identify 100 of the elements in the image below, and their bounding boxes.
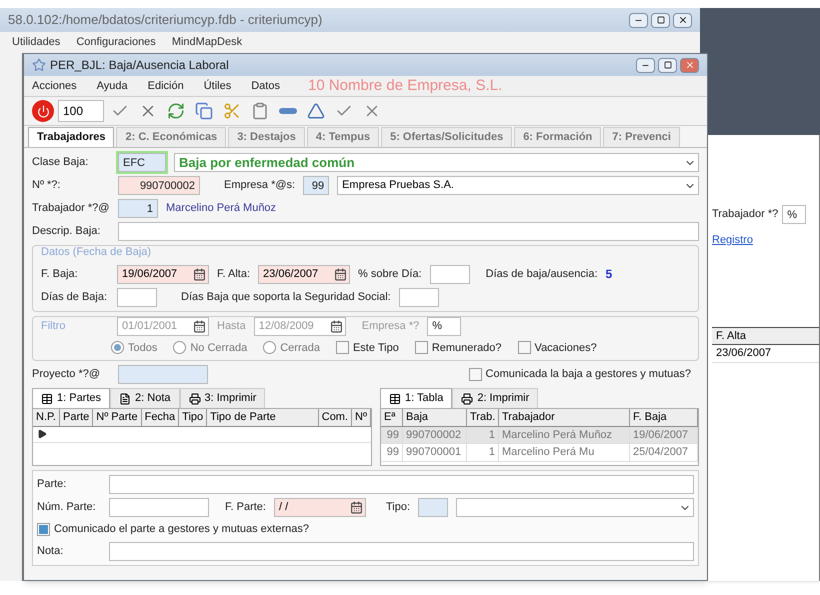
date-field[interactable]: / / [274, 498, 366, 517]
table-row[interactable]: 99 990700001 1 Marcelino Perá Mu 25/04/2007 [381, 444, 698, 462]
close-button[interactable] [673, 12, 692, 28]
table-cell: 99 [381, 426, 403, 443]
date-field[interactable]: 19/06/2007 [117, 264, 209, 284]
menu-item[interactable]: Edición [148, 78, 184, 94]
maximize-button[interactable] [651, 12, 670, 28]
paste-icon [251, 102, 269, 120]
window-title: 58.0.102:/home/bdatos/criteriumcyp.fdb - criteriumcyp) [8, 11, 322, 30]
column-header[interactable]: Tipo de Parte [207, 409, 319, 426]
input-field[interactable] [109, 498, 209, 517]
input-field[interactable] [118, 365, 208, 384]
maximize-button[interactable] [658, 58, 677, 72]
column-header[interactable]: Eª [381, 409, 403, 426]
power-icon [36, 104, 50, 118]
column-header[interactable]: N.P. [33, 409, 60, 426]
tab[interactable]: 1: Tabla [380, 388, 452, 408]
input-field[interactable]: % [427, 316, 462, 336]
radio-button[interactable] [173, 341, 186, 354]
checkbox[interactable] [518, 341, 531, 354]
tab[interactable]: 6: Formación [514, 127, 602, 147]
menu-item[interactable]: Utilidades [12, 34, 60, 51]
input-field[interactable] [109, 542, 694, 560]
input-field[interactable]: % [782, 205, 806, 224]
input-field[interactable] [418, 498, 448, 517]
days-count: 5 [606, 266, 612, 283]
minimize-button[interactable] [629, 12, 648, 28]
description-text: Baja por enfermedad común [179, 154, 355, 170]
calendar-icon[interactable] [193, 320, 206, 332]
input-field[interactable] [117, 288, 157, 306]
zoom-spinner[interactable]: 100 [58, 100, 104, 122]
window-title: PER_BJL: Baja/Ausencia Laboral [50, 57, 229, 74]
registro-link[interactable]: Registro [712, 232, 819, 248]
column-header[interactable]: Fecha [142, 409, 180, 426]
menu-item[interactable]: MindMapDesk [172, 34, 242, 51]
input-field[interactable] [109, 475, 694, 494]
column-header[interactable]: Baja [403, 409, 467, 426]
menu-item[interactable]: Útiles [204, 78, 232, 94]
company-name: 10 Nombre de Empresa, S.L. [308, 76, 502, 96]
column-header[interactable]: Com. [318, 409, 352, 426]
printer-icon [188, 392, 200, 404]
input-field[interactable]: 990700002 [118, 176, 200, 195]
date-field[interactable]: 23/06/2007 [258, 264, 350, 284]
column-header[interactable]: Parte [60, 409, 94, 426]
tab[interactable]: 4: Tempus [306, 127, 380, 147]
tab[interactable]: 2: C. Económicas [116, 127, 226, 147]
column-header[interactable]: F. Baja [630, 409, 698, 426]
tab[interactable]: 7: Prevenci [603, 127, 680, 147]
calendar-icon[interactable] [330, 320, 343, 332]
code-field[interactable]: EFC [118, 153, 166, 172]
checkbox[interactable] [468, 368, 482, 381]
printer-icon [461, 392, 474, 404]
checkbox[interactable] [37, 522, 50, 536]
power-button[interactable] [32, 100, 54, 122]
refresh-icon [167, 102, 185, 120]
field-label: Días Baja que soporta la Seguridad Social: [181, 290, 391, 305]
menu-item[interactable]: Acciones [32, 78, 77, 94]
checkbox[interactable] [336, 341, 349, 354]
checkbox[interactable] [414, 341, 428, 354]
menu-item[interactable]: Configuraciones [76, 34, 156, 51]
column-header[interactable]: Nº [352, 409, 371, 426]
tab[interactable]: 3: Imprimir [180, 388, 266, 408]
tab[interactable]: 2: Imprimir [452, 388, 538, 408]
class-dropdown[interactable]: Baja por enfermedad común [174, 153, 699, 172]
minus-icon [279, 108, 297, 114]
column-header[interactable]: Trabajador [499, 409, 630, 426]
field-label: Nota: [37, 544, 64, 559]
field-label: Trabajador *?@ [32, 201, 110, 216]
input-field[interactable] [398, 288, 439, 306]
menu-item[interactable]: Ayuda [96, 78, 128, 94]
tab[interactable]: 1: Partes [32, 388, 110, 408]
calendar-icon[interactable] [350, 501, 363, 514]
column-header[interactable]: Tipo [179, 409, 208, 426]
column-header[interactable]: F. Alta [712, 326, 819, 345]
checkbox-label: Comunicada la baja a gestores y mutuas? [486, 367, 691, 382]
table-row[interactable]: 99 990700002 1 Marcelino Perá Muñoz 19/06/2007 [381, 426, 698, 444]
input-field[interactable]: 99 [303, 176, 330, 195]
menu-item[interactable]: Datos [251, 78, 280, 94]
calendar-icon[interactable] [334, 268, 348, 280]
star-icon [32, 58, 46, 72]
tab[interactable]: Trabajadores [28, 127, 114, 147]
group-title: Filtro [41, 318, 66, 334]
radio-button[interactable] [111, 341, 124, 354]
radio-label: No Cerrada [190, 340, 248, 356]
input-field[interactable] [430, 264, 470, 284]
tab[interactable]: 5: Ofertas/Solicitudes [381, 127, 512, 147]
column-header[interactable]: Nº Parte [93, 409, 142, 426]
close-icon [678, 15, 688, 25]
calendar-icon[interactable] [193, 268, 206, 280]
column-header[interactable]: Trab. [467, 409, 499, 426]
tab[interactable]: 3: Destajos [228, 127, 305, 147]
field-label: Proyecto *?@ [32, 367, 102, 382]
triangle-icon [307, 102, 325, 120]
input-field[interactable]: 1 [118, 199, 158, 218]
input-field[interactable] [118, 222, 699, 241]
company-dropdown[interactable]: Empresa Pruebas S.A. [337, 176, 699, 195]
checkbox-label: Remunerado? [432, 340, 502, 356]
tab[interactable]: 2: Nota [110, 388, 180, 408]
minimize-button[interactable] [636, 58, 655, 72]
radio-button[interactable] [263, 341, 276, 354]
